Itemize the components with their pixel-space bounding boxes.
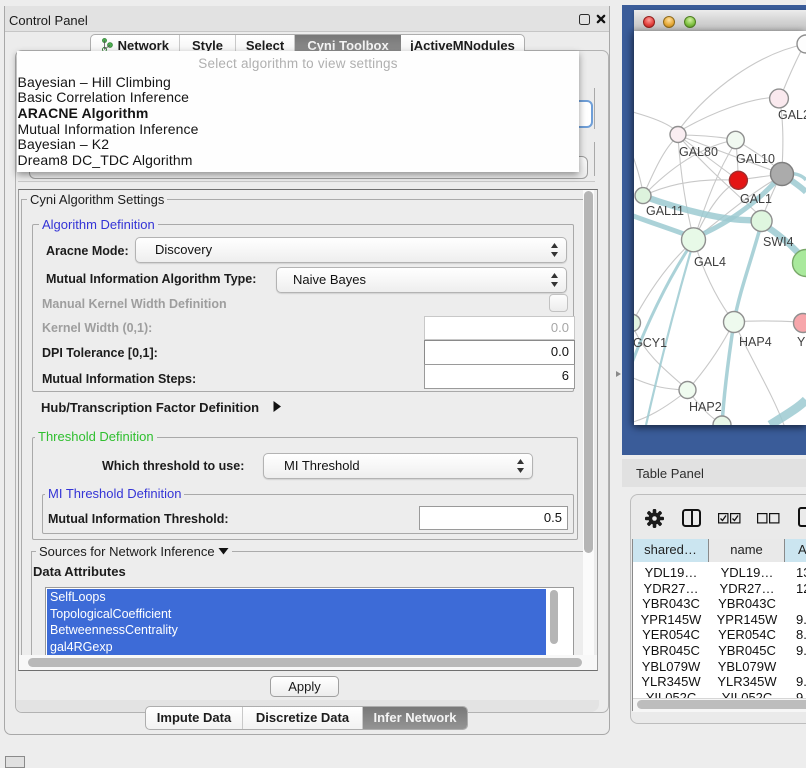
svg-text:GAL10: GAL10 <box>736 152 775 166</box>
svg-text:GAL11: GAL11 <box>646 204 684 218</box>
svg-text:GAL4: GAL4 <box>694 255 726 269</box>
svg-text:Y: Y <box>797 335 806 349</box>
svg-text:HAP4: HAP4 <box>739 335 772 349</box>
svg-text:GAL80: GAL80 <box>679 145 718 159</box>
svg-text:GAL1: GAL1 <box>740 192 772 206</box>
svg-text:SWI4: SWI4 <box>763 235 794 249</box>
svg-text:HAP2: HAP2 <box>689 400 722 414</box>
svg-text:GCY1: GCY1 <box>634 336 667 350</box>
svg-text:GAL2: GAL2 <box>778 108 806 122</box>
